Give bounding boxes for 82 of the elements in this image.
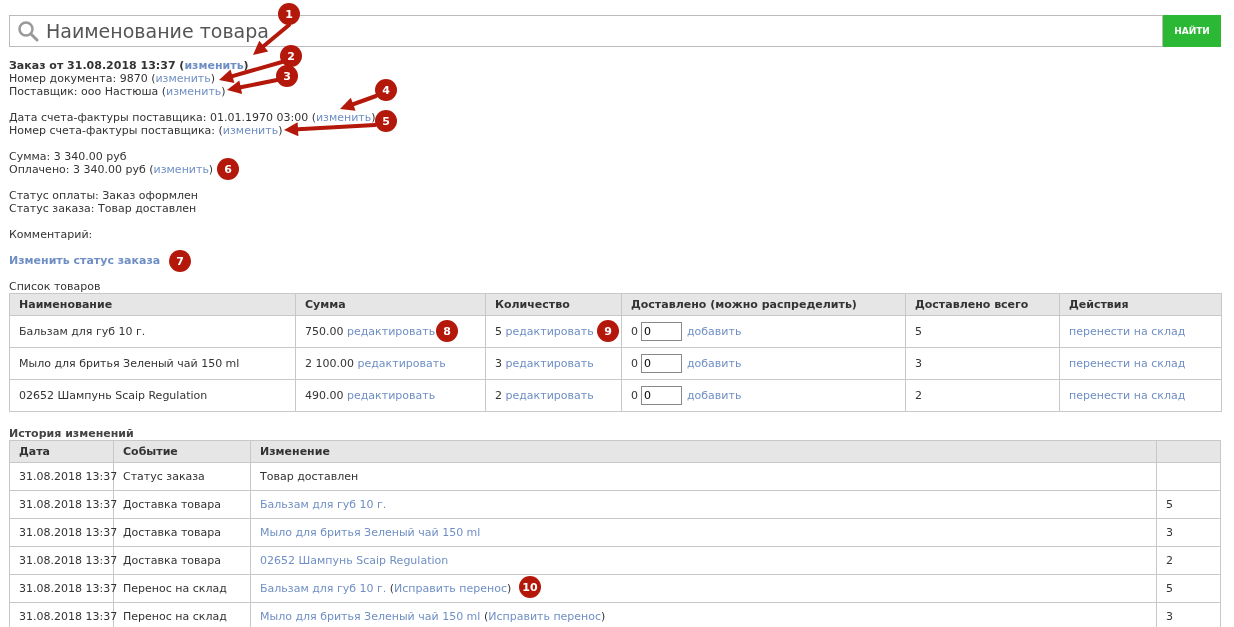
text-link[interactable]: изменить bbox=[155, 72, 211, 85]
table-cell: Бальзам для губ 10 г. bbox=[9, 315, 296, 348]
search-icon bbox=[17, 20, 39, 42]
column-header: Количество bbox=[485, 293, 622, 316]
callout-badge: 8 bbox=[436, 320, 458, 342]
edit-link[interactable]: редактировать bbox=[505, 389, 594, 402]
callout-badge: 4 bbox=[375, 79, 397, 101]
edit-link[interactable]: редактировать bbox=[505, 325, 594, 338]
column-header: Событие bbox=[113, 440, 251, 463]
edit-link[interactable]: редактировать bbox=[357, 357, 446, 370]
table-cell: 3 редактировать bbox=[485, 347, 622, 380]
section-title: История изменений bbox=[9, 427, 134, 440]
text-link[interactable]: Мыло для бритья Зеленый чай 150 ml bbox=[260, 610, 481, 623]
callout-badge: 10 bbox=[519, 576, 541, 598]
info-line: Номер счета-фактуры поставщика: (изменить) bbox=[9, 124, 283, 137]
text-link[interactable]: Мыло для бритья Зеленый чай 150 ml bbox=[260, 526, 481, 539]
table-cell: 2 редактировать bbox=[485, 379, 622, 412]
text-link[interactable]: 02652 Шампунь Scaip Regulation bbox=[260, 554, 449, 567]
quantity-text: 3 bbox=[1166, 610, 1173, 623]
column-header: Изменение bbox=[250, 440, 1157, 463]
text-link[interactable]: изменить bbox=[166, 85, 222, 98]
column-header: Дата bbox=[9, 440, 114, 463]
table-cell: 490.00 редактировать bbox=[295, 379, 486, 412]
change-status-link[interactable]: Изменить статус заказа bbox=[9, 254, 161, 267]
quantity-text: 5 bbox=[1166, 582, 1173, 595]
change-text: Бальзам для губ 10 г. (Исправить перенос) bbox=[260, 582, 512, 595]
available-count: 0 bbox=[631, 389, 638, 402]
info-line: Оплачено: 3 340.00 руб (изменить) bbox=[9, 163, 214, 176]
table-cell: Мыло для бритья Зеленый чай 150 ml bbox=[9, 347, 296, 380]
pointer-arrow bbox=[227, 78, 279, 95]
quantity-input[interactable]: 0 bbox=[641, 322, 682, 341]
column-header: Сумма bbox=[295, 293, 486, 316]
callout-badge: 1 bbox=[278, 3, 300, 25]
pointer-arrow bbox=[340, 94, 378, 111]
available-count: 0 bbox=[631, 325, 638, 338]
text-link[interactable]: Исправить перенос bbox=[488, 610, 602, 623]
info-line: Номер документа: 9870 (изменить) bbox=[9, 72, 216, 85]
info-line: Заказ от 31.08.2018 13:37 (изменить) bbox=[9, 59, 249, 72]
quantity-text: 5 bbox=[1166, 498, 1173, 511]
edit-link[interactable]: редактировать bbox=[347, 389, 436, 402]
table-cell: 2 bbox=[905, 379, 1060, 412]
add-link[interactable]: добавить bbox=[687, 389, 742, 402]
add-link[interactable]: добавить bbox=[687, 325, 742, 338]
change-text: Мыло для бритья Зеленый чай 150 ml (Исправить перенос) bbox=[260, 610, 606, 623]
add-link[interactable]: добавить bbox=[687, 357, 742, 370]
quantity-text: 2 bbox=[1166, 554, 1173, 567]
column-header: Наименование bbox=[9, 293, 296, 316]
quantity-input[interactable]: 0 bbox=[641, 386, 682, 405]
info-line: Статус заказа: Товар доставлен bbox=[9, 202, 197, 215]
info-line: Дата счета-фактуры поставщика: 01.01.1970 03:00 (изменить) bbox=[9, 111, 376, 124]
table-cell: 2 100.00 редактировать bbox=[295, 347, 486, 380]
column-header: Доставлено (можно распределить) bbox=[621, 293, 906, 316]
info-line: Комментарий: bbox=[9, 228, 93, 241]
callout-badge: 3 bbox=[276, 65, 298, 87]
quantity-text: 3 bbox=[1166, 526, 1173, 539]
text-link[interactable]: изменить bbox=[222, 124, 279, 137]
table-cell: 02652 Шампунь Scaip Regulation bbox=[9, 379, 296, 412]
search-button[interactable]: НАЙТИ bbox=[1163, 15, 1221, 47]
change-text: Товар доставлен bbox=[260, 470, 359, 483]
text-link[interactable]: Бальзам для губ 10 г. bbox=[260, 498, 387, 511]
info-line: Статус оплаты: Заказ оформлен bbox=[9, 189, 198, 202]
text-link[interactable]: Бальзам для губ 10 г. bbox=[260, 582, 387, 595]
section-title: Список товаров bbox=[9, 280, 101, 293]
quantity-input[interactable]: 0 bbox=[641, 354, 682, 373]
text-link[interactable]: изменить bbox=[184, 59, 244, 72]
table-cell: 3 bbox=[905, 347, 1060, 380]
available-count: 0 bbox=[631, 357, 638, 370]
info-line: Поставщик: ооо Настюша (изменить) bbox=[9, 85, 226, 98]
edit-link[interactable]: редактировать bbox=[347, 325, 436, 338]
callout-badge: 6 bbox=[217, 158, 239, 180]
callout-badge: 5 bbox=[375, 110, 397, 132]
info-line: Сумма: 3 340.00 руб bbox=[9, 150, 127, 163]
table-cell: 5 bbox=[905, 315, 1060, 348]
text-link[interactable]: изменить bbox=[153, 163, 209, 176]
edit-link[interactable]: редактировать bbox=[505, 357, 594, 370]
callout-badge: 7 bbox=[169, 250, 191, 272]
callout-badge: 2 bbox=[280, 45, 302, 67]
text-link[interactable]: Исправить перенос bbox=[394, 582, 507, 595]
column-header: Действия bbox=[1059, 293, 1222, 316]
callout-badge: 9 bbox=[597, 320, 619, 342]
column-header: Доставлено всего bbox=[905, 293, 1060, 316]
text-link[interactable]: изменить bbox=[315, 111, 372, 124]
